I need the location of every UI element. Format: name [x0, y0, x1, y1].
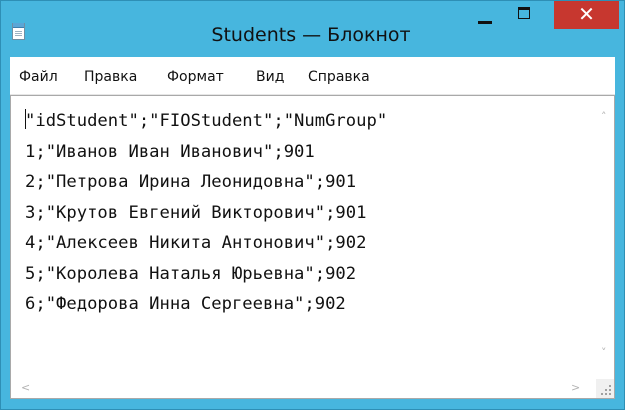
vertical-scrollbar[interactable]: ˄ ˅ — [597, 96, 614, 378]
menu-file[interactable]: Файл — [19, 69, 58, 85]
close-icon: ✕ — [578, 2, 595, 26]
document-text[interactable]: "idStudent";"FIOStudent";"NumGroup" 1;"И… — [25, 106, 595, 378]
scroll-up-icon[interactable]: ˄ — [601, 110, 607, 123]
maximize-icon — [518, 7, 530, 19]
resize-grip-icon[interactable] — [596, 379, 614, 398]
notepad-app-icon[interactable] — [12, 23, 25, 40]
scroll-down-icon[interactable]: ˅ — [601, 346, 607, 359]
text-line: 2;"Петрова Ирина Леонидовна";901 — [25, 172, 357, 192]
horizontal-scrollbar[interactable]: < > — [11, 379, 597, 398]
text-line: 1;"Иванов Иван Иванович";901 — [25, 141, 315, 162]
notepad-window: Students — Блокнот ✕ Файл Правка Формат … — [0, 0, 625, 410]
close-button[interactable]: ✕ — [554, 1, 619, 29]
text-line: 3;"Крутов Евгений Викторович";901 — [25, 202, 367, 223]
text-line-header: "idStudent";"FIOStudent";"NumGroup" — [25, 109, 388, 131]
window-title: Students — Блокнот — [211, 24, 411, 46]
menu-format[interactable]: Формат — [167, 69, 224, 85]
minimize-button[interactable] — [467, 1, 505, 39]
text-line: 6;"Федорова Инна Сергеевна";902 — [25, 294, 346, 314]
scroll-left-icon[interactable]: < — [21, 381, 30, 394]
scroll-right-icon[interactable]: > — [571, 381, 580, 394]
text-editor[interactable]: "idStudent";"FIOStudent";"NumGroup" 1;"И… — [10, 95, 615, 399]
maximize-button[interactable] — [507, 1, 545, 39]
text-line: 5;"Королева Наталья Юрьевна";902 — [25, 263, 357, 284]
menu-edit[interactable]: Правка — [84, 69, 137, 85]
menu-view[interactable]: Вид — [256, 69, 284, 85]
menu-bar: Файл Правка Формат Вид Справка — [10, 57, 615, 95]
menu-help[interactable]: Справка — [308, 69, 370, 85]
minimize-icon — [478, 21, 492, 24]
title-bar[interactable]: Students — Блокнот ✕ — [1, 1, 624, 57]
text-line: 4;"Алексеев Никита Антонович";902 — [25, 233, 367, 253]
